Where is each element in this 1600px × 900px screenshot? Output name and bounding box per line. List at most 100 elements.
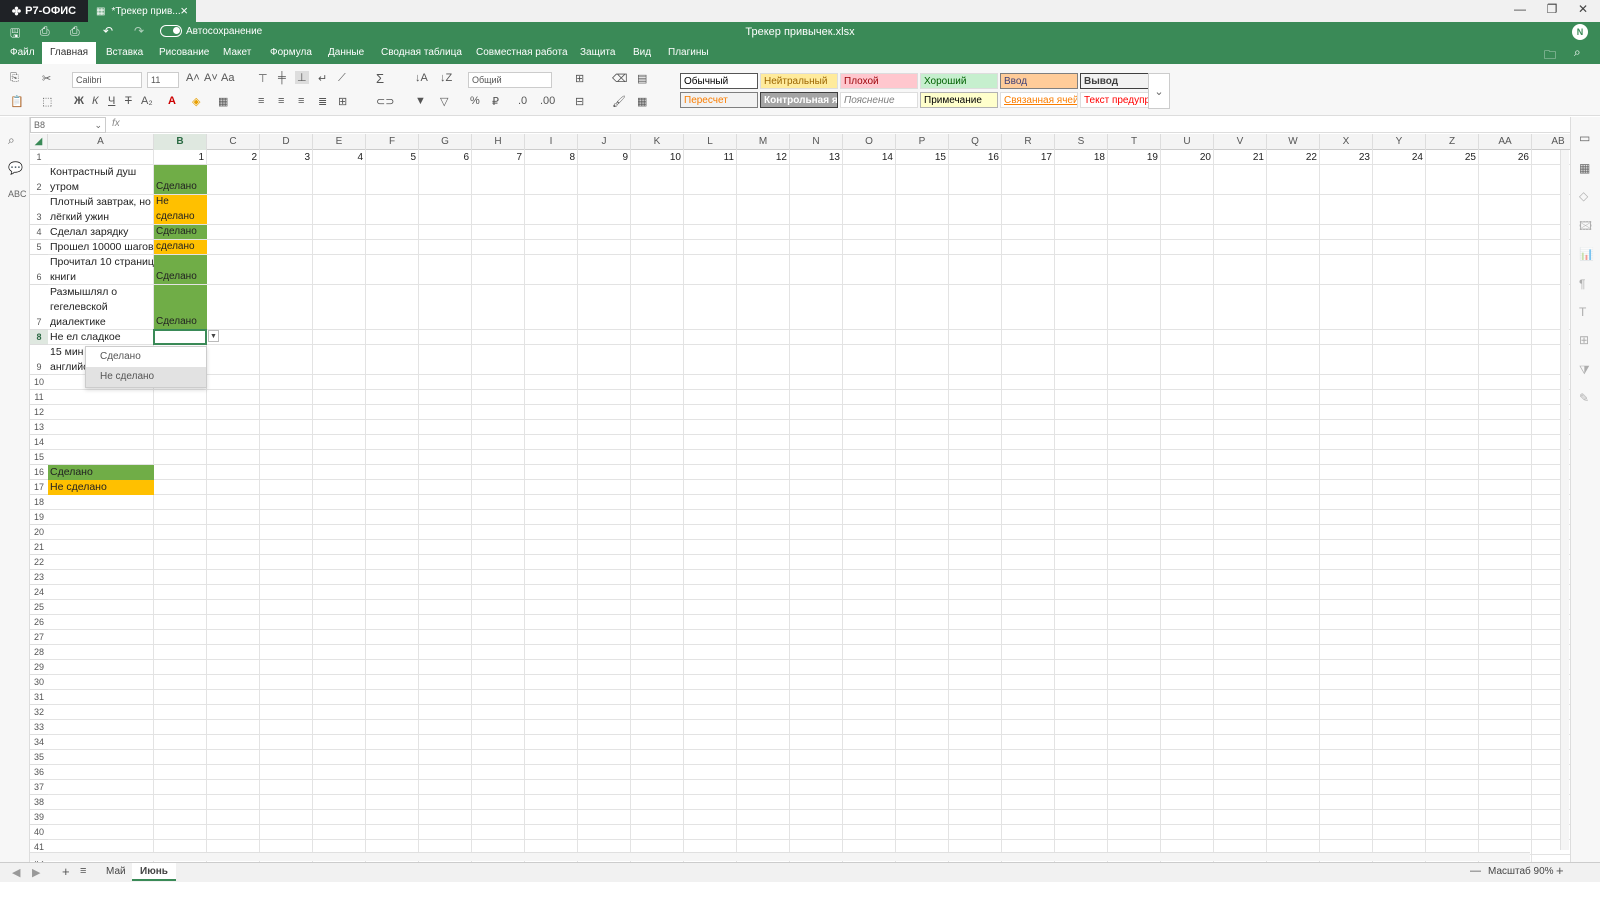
align-left-icon[interactable]: ≡ — [258, 95, 264, 107]
zoom-level[interactable]: Масштаб 90% — [1488, 866, 1554, 877]
zoom-out-icon[interactable]: — — [1470, 865, 1481, 877]
redo-icon[interactable]: ↷ — [134, 24, 144, 38]
row-header-32[interactable]: 32 — [30, 705, 48, 720]
row-header-19[interactable]: 19 — [30, 510, 48, 525]
table-settings-icon[interactable]: ▦ — [1579, 161, 1590, 175]
column-header-V[interactable]: V — [1214, 134, 1267, 150]
tab-view[interactable]: Вид — [625, 42, 659, 64]
sheet-tab-may[interactable]: Май — [98, 863, 134, 881]
validation-option[interactable]: Не сделано — [86, 367, 206, 387]
cell-B1[interactable]: 1 — [154, 150, 207, 165]
image-settings-icon[interactable]: 🖾 — [1579, 217, 1592, 238]
column-header-Y[interactable]: Y — [1373, 134, 1426, 150]
row-header-26[interactable]: 26 — [30, 615, 48, 630]
cell-B6[interactable]: Сделано — [154, 255, 207, 284]
format-table-icon[interactable]: ▦ — [637, 95, 647, 108]
cell-T1[interactable]: 19 — [1108, 150, 1161, 165]
cell-M1[interactable]: 12 — [737, 150, 790, 165]
cell-S1[interactable]: 18 — [1055, 150, 1108, 165]
column-header-Q[interactable]: Q — [949, 134, 1002, 150]
row-header-27[interactable]: 27 — [30, 630, 48, 645]
tab-draw[interactable]: Рисование — [151, 42, 217, 64]
row-header-17[interactable]: 17 — [30, 480, 48, 495]
cell-style-4[interactable]: Хороший — [920, 73, 998, 89]
cell-style-1[interactable]: Обычный — [680, 73, 758, 89]
cell-D1[interactable]: 3 — [260, 150, 313, 165]
quick-print-icon[interactable]: ⎙ — [70, 24, 80, 39]
column-header-F[interactable]: F — [366, 134, 419, 150]
copy-style-icon[interactable]: 🖌 — [612, 95, 626, 108]
tab-pivot[interactable]: Сводная таблица — [373, 42, 470, 64]
cell-B7[interactable]: Сделано — [154, 285, 207, 329]
row-header-6[interactable]: 6 — [30, 255, 48, 285]
cell-G1[interactable]: 6 — [419, 150, 472, 165]
spellcheck-icon[interactable]: ABC — [8, 189, 27, 199]
cell-A6[interactable]: Прочитал 10 страниц книги — [48, 255, 154, 285]
italic-button[interactable]: К — [92, 95, 98, 107]
cell-Y1[interactable]: 24 — [1373, 150, 1426, 165]
row-header-36[interactable]: 36 — [30, 765, 48, 780]
orientation-icon[interactable]: ⟋ — [338, 72, 346, 85]
cell-B4[interactable]: Сделано — [154, 225, 207, 239]
clear-icon[interactable]: ⌫ — [612, 72, 628, 85]
row-header-23[interactable]: 23 — [30, 570, 48, 585]
cell-I1[interactable]: 8 — [525, 150, 578, 165]
vertical-scrollbar[interactable] — [1560, 150, 1569, 850]
cell-O1[interactable]: 14 — [843, 150, 896, 165]
column-header-W[interactable]: W — [1267, 134, 1320, 150]
cell-style-9[interactable]: Пояснение — [840, 92, 918, 108]
borders-icon[interactable]: ▦ — [218, 95, 228, 108]
sheet-tab-june[interactable]: Июнь — [132, 863, 176, 881]
cell-AA1[interactable]: 26 — [1479, 150, 1532, 165]
search-icon[interactable]: ⌕ — [1574, 45, 1581, 60]
cell-B5[interactable]: Не сделано — [154, 240, 207, 254]
filter-icon[interactable]: ▼ — [415, 95, 426, 107]
merge-cells-icon[interactable]: ⊞ — [338, 95, 347, 108]
cell-A7[interactable]: Размышлял о гегелевской диалектике — [48, 285, 154, 330]
validation-dropdown-arrow[interactable]: ▼ — [208, 330, 219, 342]
cell-style-12[interactable]: Текст предупре — [1080, 92, 1158, 108]
selected-cell-B8[interactable] — [153, 329, 207, 345]
row-header-2[interactable]: 2 — [30, 165, 48, 195]
cell-H1[interactable]: 7 — [472, 150, 525, 165]
cell-Q1[interactable]: 16 — [949, 150, 1002, 165]
fx-icon[interactable]: fx — [112, 118, 120, 129]
app-name[interactable]: ✤ Р7-ОФИС — [0, 0, 88, 22]
number-format-select[interactable]: Общий — [468, 72, 552, 88]
restore-icon[interactable]: ❐ — [1537, 2, 1567, 20]
cell-N1[interactable]: 13 — [790, 150, 843, 165]
font-color-icon[interactable]: A — [168, 95, 176, 107]
undo-icon[interactable]: ↶ — [103, 24, 113, 38]
cell-style-6[interactable]: Вывод — [1080, 73, 1158, 89]
row-header-10[interactable]: 10 — [30, 375, 48, 390]
row-header-38[interactable]: 38 — [30, 795, 48, 810]
row-header-31[interactable]: 31 — [30, 690, 48, 705]
named-ranges-icon[interactable]: ⊂⊃ — [376, 95, 394, 108]
row-header-1[interactable]: 1 — [30, 150, 48, 165]
insert-cells-icon[interactable]: ⊞ — [575, 72, 584, 85]
cell-A2[interactable]: Контрастный душ утром — [48, 165, 154, 195]
increase-font-icon[interactable]: A˄ — [186, 72, 200, 84]
row-header-7[interactable]: 7 — [30, 285, 48, 330]
tab-layout[interactable]: Макет — [215, 42, 259, 64]
cell-A16[interactable]: Сделано — [48, 465, 154, 480]
autosum-icon[interactable]: Σ — [376, 71, 384, 86]
row-header-37[interactable]: 37 — [30, 780, 48, 795]
row-header-25[interactable]: 25 — [30, 600, 48, 615]
cell-R1[interactable]: 17 — [1002, 150, 1055, 165]
row-header-34[interactable]: 34 — [30, 735, 48, 750]
tab-plugins[interactable]: Плагины — [660, 42, 717, 64]
column-header-U[interactable]: U — [1161, 134, 1214, 150]
cell-style-11[interactable]: Связанная ячей — [1000, 92, 1078, 108]
column-header-S[interactable]: S — [1055, 134, 1108, 150]
column-header-I[interactable]: I — [525, 134, 578, 150]
justify-icon[interactable]: ≣ — [318, 95, 327, 108]
cell-A17[interactable]: Не сделано — [48, 480, 154, 495]
row-header-24[interactable]: 24 — [30, 585, 48, 600]
row-header-28[interactable]: 28 — [30, 645, 48, 660]
search-icon[interactable]: ⌕ — [8, 133, 15, 148]
pivot-settings-icon[interactable]: ⊞ — [1579, 333, 1589, 347]
row-header-9[interactable]: 9 — [30, 345, 48, 375]
decrease-decimal-icon[interactable]: .0 — [518, 95, 527, 107]
change-case-icon[interactable]: Aa — [221, 72, 234, 84]
